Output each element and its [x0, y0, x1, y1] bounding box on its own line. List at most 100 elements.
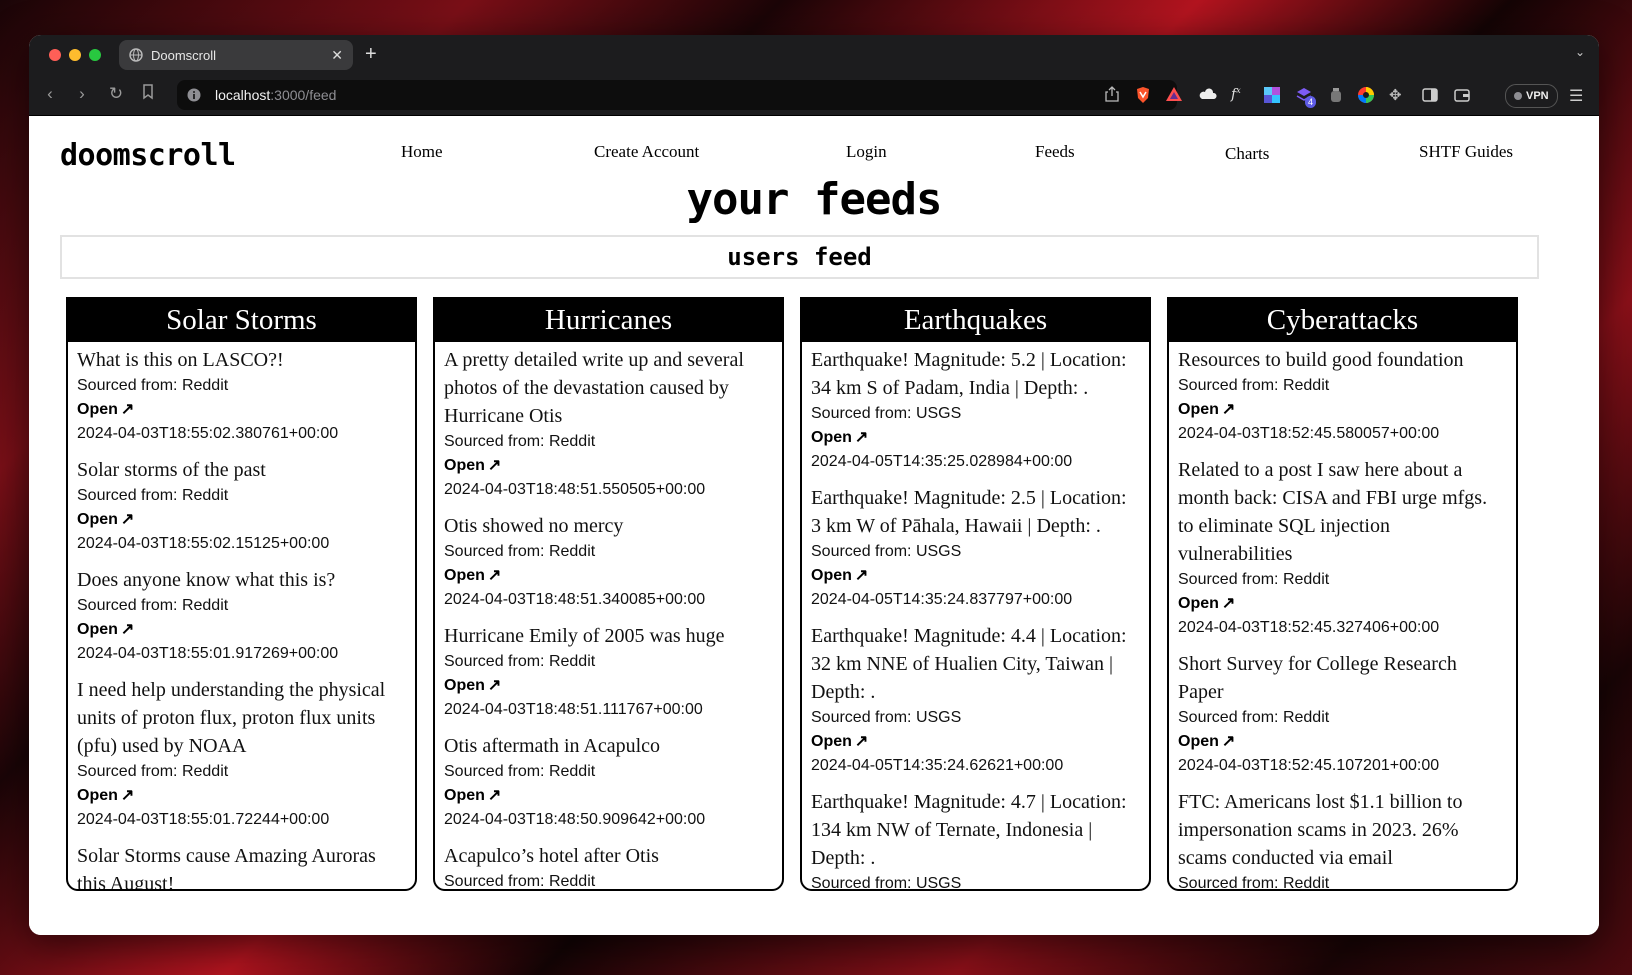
- open-label: Open: [444, 567, 485, 584]
- colors-extension-icon[interactable]: [1263, 86, 1281, 104]
- minimize-window-button[interactable]: [69, 49, 81, 61]
- source-name: Reddit: [181, 763, 229, 780]
- nav-home[interactable]: Home: [401, 142, 443, 162]
- open-link[interactable]: Open ↗: [1178, 730, 1507, 754]
- source-prefix: Sourced from:: [77, 597, 182, 614]
- reload-icon[interactable]: ↻: [105, 84, 127, 104]
- brave-rewards-icon[interactable]: [1165, 86, 1183, 102]
- feed-column[interactable]: Hurricanes A pretty detailed write up and…: [433, 297, 784, 891]
- feed-item-date: 2024-04-05T14:35:24.62621+00:00: [811, 757, 1064, 774]
- nav-charts[interactable]: Charts: [1225, 144, 1269, 164]
- sidebar-icon[interactable]: [1421, 86, 1439, 104]
- open-link[interactable]: Open ↗: [444, 784, 773, 808]
- source-name: USGS: [915, 543, 962, 560]
- feed-item: A pretty detailed write up and several p…: [444, 346, 773, 502]
- open-link[interactable]: Open ↗: [77, 784, 406, 808]
- source-name: Reddit: [548, 653, 596, 670]
- external-link-icon: ↗: [487, 677, 502, 694]
- address-bar[interactable]: localhost:3000/feed: [177, 80, 1182, 110]
- feed-column[interactable]: Cyberattacks Resources to build good foun…: [1167, 297, 1518, 891]
- source-prefix: Sourced from:: [444, 433, 549, 450]
- open-link[interactable]: Open ↗: [1178, 592, 1507, 616]
- menu-icon[interactable]: ☰: [1569, 86, 1583, 106]
- nav-shtf-guides[interactable]: SHTF Guides: [1419, 142, 1513, 162]
- external-link-icon: ↗: [854, 567, 869, 584]
- vpn-button[interactable]: VPN: [1505, 84, 1558, 108]
- open-link[interactable]: Open ↗: [811, 730, 1140, 754]
- site-logo[interactable]: doomscroll: [60, 138, 236, 173]
- feed-item-date: 2024-04-03T18:48:51.340085+00:00: [444, 591, 706, 608]
- open-label: Open: [444, 787, 485, 804]
- open-link[interactable]: Open ↗: [444, 674, 773, 698]
- source-prefix: Sourced from:: [1178, 709, 1283, 726]
- wallet-icon[interactable]: [1453, 86, 1471, 104]
- feed-item: Solar storms of the past Sourced from: Re…: [77, 456, 406, 556]
- open-link[interactable]: Open ↗: [77, 618, 406, 642]
- feed-item: Hurricane Emily of 2005 was huge Sourced …: [444, 622, 773, 722]
- feed-item-date: 2024-04-03T18:52:45.327406+00:00: [1178, 619, 1440, 636]
- bottle-extension-icon[interactable]: [1327, 86, 1345, 104]
- site-info-icon[interactable]: [187, 88, 201, 102]
- url-host: localhost: [215, 87, 271, 103]
- nav-login[interactable]: Login: [846, 142, 887, 162]
- feed-item-date: 2024-04-03T18:52:45.580057+00:00: [1178, 425, 1440, 442]
- source-name: Reddit: [1282, 875, 1330, 891]
- nav-create-account[interactable]: Create Account: [594, 142, 699, 162]
- cloud-extension-icon[interactable]: [1199, 86, 1217, 104]
- source-prefix: Sourced from:: [77, 763, 182, 780]
- open-label: Open: [77, 787, 118, 804]
- feed-item-source: Sourced from: USGS: [811, 872, 1140, 889]
- share-icon[interactable]: [1105, 86, 1119, 102]
- bookmark-icon[interactable]: [137, 84, 159, 105]
- function-extension-icon[interactable]: fx: [1231, 86, 1249, 104]
- new-tab-button[interactable]: +: [365, 43, 377, 66]
- feed-item-date: 2024-04-03T18:48:51.111767+00:00: [444, 701, 703, 718]
- puzzle-extensions-icon[interactable]: ✥: [1389, 86, 1407, 104]
- feed-item-source: Sourced from: Reddit: [444, 870, 773, 890]
- feed-item-title: Otis showed no mercy: [444, 515, 624, 537]
- feed-item: Earthquake! Magnitude: 4.7 | Location: 1…: [811, 788, 1140, 889]
- zoom-window-button[interactable]: [89, 49, 101, 61]
- open-link[interactable]: Open ↗: [77, 508, 406, 532]
- feed-column[interactable]: Earthquakes Earthquake! Magnitude: 5.2 | …: [800, 297, 1151, 891]
- source-prefix: Sourced from:: [77, 377, 182, 394]
- open-link[interactable]: Open ↗: [811, 426, 1140, 450]
- feed-item-date: 2024-04-03T18:55:01.72244+00:00: [77, 811, 330, 828]
- stack-extension-icon[interactable]: 4: [1295, 86, 1317, 108]
- forward-icon[interactable]: ›: [71, 84, 93, 104]
- feed-item-source: Sourced from: USGS: [811, 540, 1140, 564]
- open-link[interactable]: Open ↗: [811, 564, 1140, 588]
- feed-item: Resources to build good foundation Source…: [1178, 346, 1507, 446]
- source-name: Reddit: [548, 763, 596, 780]
- feed-item-date: 2024-04-03T18:48:51.550505+00:00: [444, 481, 706, 498]
- feed-item-source: Sourced from: Reddit: [1178, 706, 1507, 730]
- source-name: Reddit: [548, 873, 596, 890]
- tab-doomscroll[interactable]: Doomscroll ✕: [119, 40, 353, 70]
- feed-item-title: Resources to build good foundation: [1178, 349, 1464, 371]
- open-link[interactable]: Open ↗: [1178, 398, 1507, 422]
- feed-item: Does anyone know what this is? Sourced fr…: [77, 566, 406, 666]
- feed-item-source: Sourced from: Reddit: [1178, 872, 1507, 891]
- open-link[interactable]: Open ↗: [444, 454, 773, 478]
- source-name: USGS: [915, 709, 962, 726]
- chevron-down-icon[interactable]: ⌄: [1575, 45, 1585, 59]
- open-link[interactable]: Open ↗: [444, 564, 773, 588]
- brave-shields-icon[interactable]: [1135, 86, 1151, 104]
- back-icon[interactable]: ‹: [39, 84, 61, 104]
- vpn-status-icon: [1514, 92, 1522, 100]
- globe-icon: [129, 48, 143, 62]
- open-link[interactable]: Open ↗: [77, 398, 406, 422]
- feed-item-title: Otis aftermath in Acapulco: [444, 735, 661, 757]
- feed-column[interactable]: Solar Storms What is this on LASCO?! Sourc…: [66, 297, 417, 891]
- close-tab-icon[interactable]: ✕: [331, 47, 343, 64]
- feed-item-title: Does anyone know what this is?: [77, 569, 336, 591]
- nav-feeds[interactable]: Feeds: [1035, 142, 1075, 162]
- source-prefix: Sourced from:: [444, 543, 549, 560]
- feed-item-list: What is this on LASCO?! Sourced from: Red…: [68, 342, 415, 889]
- color-wheel-extension-icon[interactable]: [1357, 86, 1375, 104]
- source-prefix: Sourced from:: [1178, 875, 1283, 891]
- source-prefix: Sourced from:: [811, 543, 916, 560]
- close-window-button[interactable]: [49, 49, 61, 61]
- page-content: doomscroll Home Create Account Login Fee…: [29, 116, 1599, 935]
- feed-item-date: 2024-04-03T18:52:45.107201+00:00: [1178, 757, 1440, 774]
